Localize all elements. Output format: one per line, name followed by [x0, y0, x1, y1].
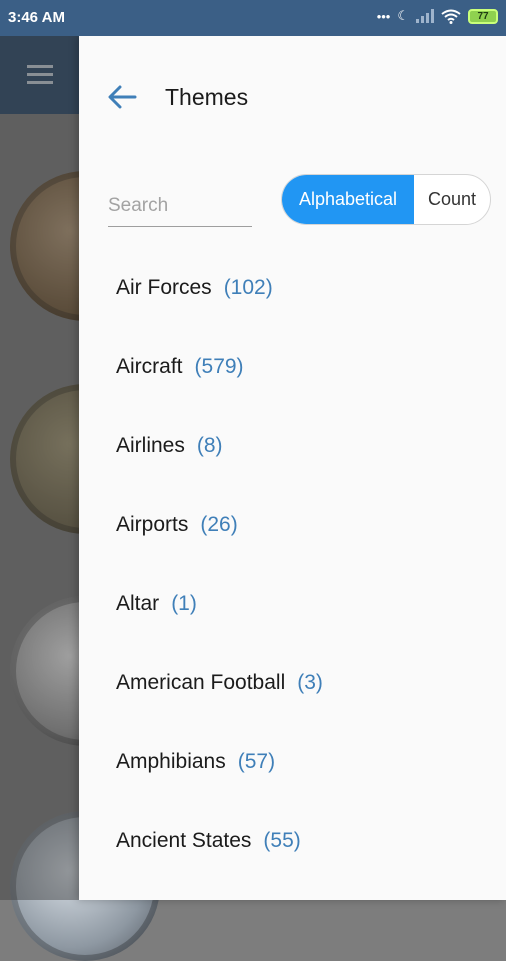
theme-count: (579) — [194, 354, 244, 378]
list-item[interactable]: Air Forces (102) — [79, 248, 506, 327]
list-item[interactable]: Amphibians (57) — [79, 722, 506, 801]
list-item[interactable]: Aircraft (579) — [79, 327, 506, 406]
theme-count: (102) — [223, 275, 273, 299]
page-title: Themes — [165, 84, 249, 110]
status-bar: 3:46 AM ••• ☾ 77 — [0, 0, 506, 36]
sort-toggle: Alphabetical Count — [281, 174, 491, 225]
themes-drawer: Themes Alphabetical Count Air Forces (10… — [79, 36, 506, 900]
theme-name: Air Forces — [116, 275, 212, 299]
theme-count: (55) — [263, 828, 301, 852]
theme-name: Aircraft — [116, 354, 183, 378]
theme-count: (26) — [200, 512, 238, 536]
battery-icon: 77 — [468, 8, 498, 24]
wifi-icon — [441, 9, 461, 24]
sort-count-button[interactable]: Count — [414, 175, 490, 224]
theme-count: (3) — [297, 670, 323, 694]
back-arrow-icon[interactable] — [105, 82, 139, 112]
status-time: 3:46 AM — [8, 9, 65, 26]
signal-icon — [416, 9, 434, 23]
theme-name: Amphibians — [116, 749, 226, 773]
dots-icon: ••• — [376, 8, 391, 24]
theme-count: (1) — [171, 591, 197, 615]
theme-name: Ancient States — [116, 828, 252, 852]
list-item[interactable]: Airlines (8) — [79, 406, 506, 485]
sort-alphabetical-button[interactable]: Alphabetical — [282, 175, 414, 224]
search-input[interactable] — [108, 186, 252, 227]
theme-name: Airports — [116, 512, 189, 536]
theme-count: (57) — [237, 749, 276, 773]
list-item[interactable]: Altar (1) — [79, 564, 506, 643]
list-item[interactable]: Airports (26) — [79, 485, 506, 564]
status-icons: ••• ☾ 77 — [377, 8, 498, 24]
moon-icon: ☾ — [397, 8, 409, 23]
theme-name: Altar — [116, 591, 160, 615]
theme-count: (8) — [196, 433, 223, 457]
theme-name: Airlines — [116, 433, 185, 457]
list-item[interactable]: American Football (3) — [79, 643, 506, 722]
theme-list: Air Forces (102) Aircraft (579) Airlines… — [79, 248, 506, 880]
theme-name: American Football — [116, 670, 286, 694]
list-item[interactable]: Ancient States (55) — [79, 801, 506, 880]
